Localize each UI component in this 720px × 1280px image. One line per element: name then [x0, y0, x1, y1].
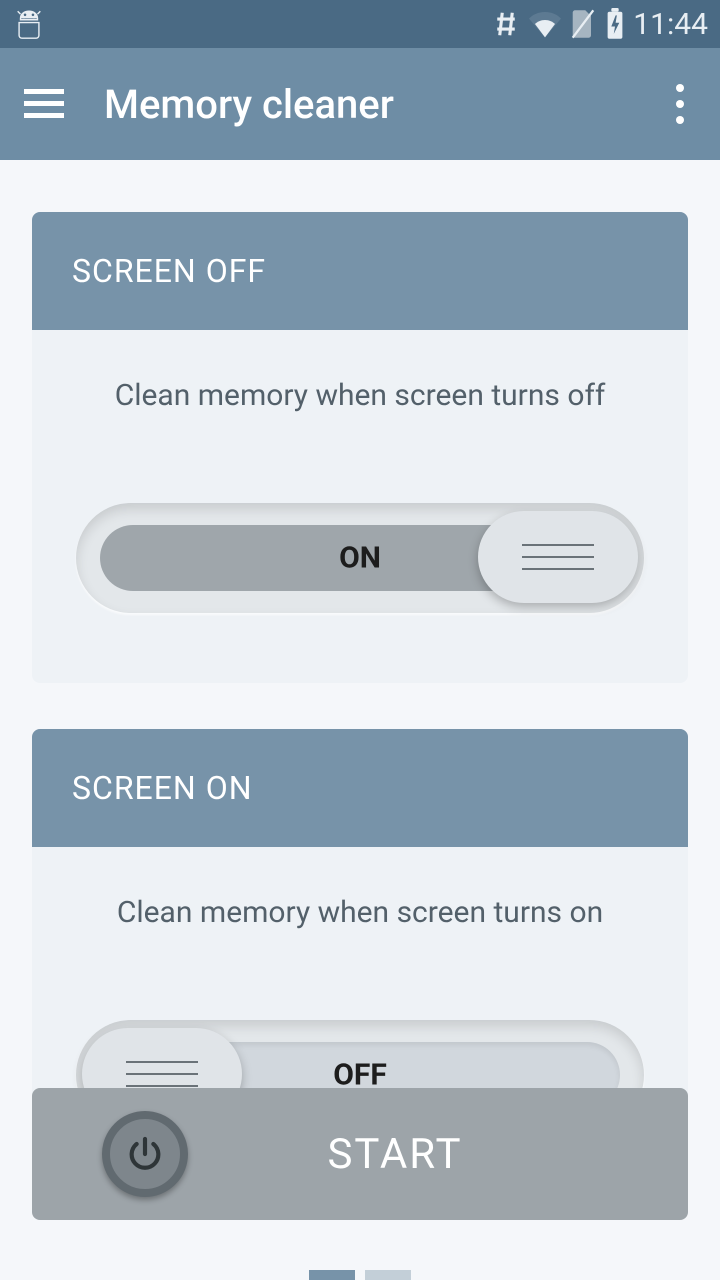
status-time: 11:44 — [633, 7, 708, 42]
app-bar: Memory cleaner — [0, 48, 720, 160]
toggle-label: ON — [339, 541, 381, 576]
sim-icon — [569, 8, 597, 40]
screen-off-toggle[interactable]: ON — [76, 503, 644, 613]
start-button[interactable]: START — [32, 1088, 688, 1220]
pager-dot — [365, 1270, 411, 1280]
status-left — [12, 7, 46, 41]
hamburger-icon — [24, 89, 64, 119]
toggle-container: ON — [32, 413, 688, 683]
pager-indicator — [309, 1270, 411, 1280]
content-area: SCREEN OFF Clean memory when screen turn… — [0, 160, 720, 1200]
card-subtitle: Clean memory when screen turns off — [32, 330, 688, 413]
battery-charging-icon — [605, 8, 625, 40]
card-subtitle: Clean memory when screen turns on — [32, 847, 688, 930]
dots-icon — [676, 84, 684, 92]
card-header: SCREEN OFF — [32, 212, 688, 330]
toggle-knob — [478, 511, 638, 603]
wifi-icon — [529, 8, 561, 40]
android-mascot-icon — [12, 7, 46, 41]
page-title: Memory cleaner — [104, 81, 664, 128]
screen-off-card: SCREEN OFF Clean memory when screen turn… — [32, 212, 688, 683]
status-right: 11:44 — [491, 7, 708, 42]
hash-icon — [491, 9, 521, 39]
pager-dot-active — [309, 1270, 355, 1280]
menu-button[interactable] — [24, 89, 72, 119]
card-header: SCREEN ON — [32, 729, 688, 847]
overflow-menu-button[interactable] — [664, 84, 696, 124]
status-bar: 11:44 — [0, 0, 720, 48]
start-label: START — [102, 1130, 688, 1179]
